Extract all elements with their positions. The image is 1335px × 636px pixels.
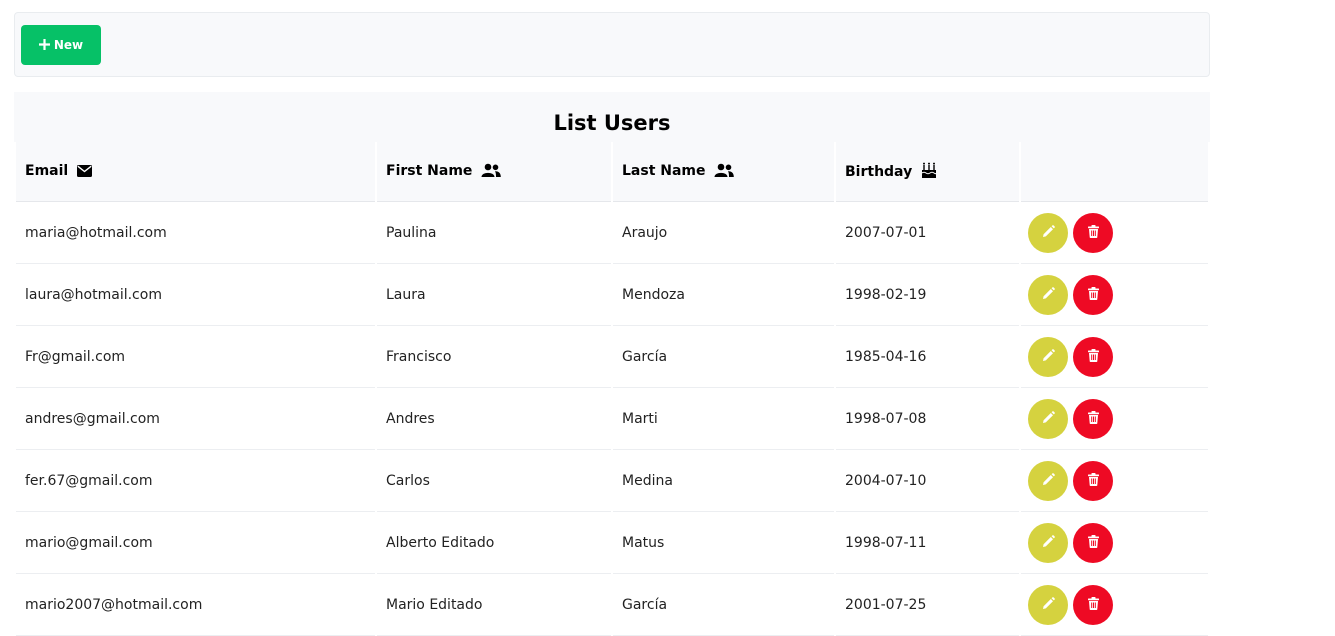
edit-button[interactable] (1028, 460, 1068, 501)
birthday-cake-icon (921, 162, 937, 182)
cell-birthday: 2007-07-01 (836, 202, 1019, 264)
delete-button[interactable] (1073, 522, 1113, 563)
row-actions (1028, 212, 1208, 253)
pencil-icon (1042, 534, 1055, 551)
cell-actions (1021, 264, 1208, 326)
cell-email: fer.67@gmail.com (16, 450, 375, 512)
table-row: mario@gmail.com Alberto Editado Matus 1998-… (16, 512, 1208, 574)
cell-birthday: 1998-02-19 (836, 264, 1019, 326)
pencil-icon (1042, 596, 1055, 613)
edit-button[interactable] (1028, 274, 1068, 315)
cell-first-name: Mario Editado (377, 574, 611, 636)
table-header-row: Email First Name Last Name Birthday (16, 142, 1208, 202)
edit-button[interactable] (1028, 522, 1068, 563)
row-actions (1028, 274, 1208, 315)
cell-email: Fr@gmail.com (16, 326, 375, 388)
cell-first-name: Paulina (377, 202, 611, 264)
table-row: laura@hotmail.com Laura Mendoza 1998-02-19 (16, 264, 1208, 326)
cell-email: maria@hotmail.com (16, 202, 375, 264)
edit-button[interactable] (1028, 212, 1068, 253)
plus-icon (38, 37, 50, 53)
cell-email: mario2007@hotmail.com (16, 574, 375, 636)
new-button-label: New (53, 38, 84, 52)
pencil-icon (1042, 472, 1055, 489)
column-header-actions (1021, 142, 1208, 202)
users-table: Email First Name Last Name Birthday mari… (14, 142, 1210, 636)
cell-actions (1021, 450, 1208, 512)
cell-actions (1021, 388, 1208, 450)
cell-birthday: 1998-07-11 (836, 512, 1019, 574)
envelope-icon (77, 164, 93, 181)
trash-icon (1087, 224, 1099, 241)
column-header-birthday-label: Birthday (845, 163, 913, 180)
table-row: andres@gmail.com Andres Marti 1998-07-08 (16, 388, 1208, 450)
cell-birthday: 1985-04-16 (836, 326, 1019, 388)
cell-last-name: Medina (613, 450, 834, 512)
column-header-email: Email (16, 142, 375, 202)
column-header-birthday: Birthday (836, 142, 1019, 202)
column-header-last-name-label: Last Name (622, 162, 706, 179)
cell-first-name: Carlos (377, 450, 611, 512)
users-icon (714, 163, 735, 181)
delete-button[interactable] (1073, 274, 1113, 315)
delete-button[interactable] (1073, 460, 1113, 501)
pencil-icon (1042, 348, 1055, 365)
delete-button[interactable] (1073, 212, 1113, 253)
cell-last-name: Mendoza (613, 264, 834, 326)
pencil-icon (1042, 286, 1055, 303)
cell-email: andres@gmail.com (16, 388, 375, 450)
cell-last-name: García (613, 326, 834, 388)
cell-actions (1021, 202, 1208, 264)
trash-icon (1087, 596, 1099, 613)
trash-icon (1087, 286, 1099, 303)
cell-actions (1021, 512, 1208, 574)
trash-icon (1087, 348, 1099, 365)
edit-button[interactable] (1028, 336, 1068, 377)
cell-first-name: Alberto Editado (377, 512, 611, 574)
row-actions (1028, 460, 1208, 501)
trash-icon (1087, 410, 1099, 427)
cell-email: mario@gmail.com (16, 512, 375, 574)
cell-actions (1021, 574, 1208, 636)
new-button[interactable]: New (21, 25, 101, 65)
cell-email: laura@hotmail.com (16, 264, 375, 326)
trash-icon (1087, 472, 1099, 489)
cell-first-name: Francisco (377, 326, 611, 388)
cell-first-name: Andres (377, 388, 611, 450)
table-row: Fr@gmail.com Francisco García 1985-04-16 (16, 326, 1208, 388)
cell-birthday: 2004-07-10 (836, 450, 1019, 512)
page-title: List Users (14, 92, 1210, 142)
row-actions (1028, 336, 1208, 377)
toolbar: New (14, 12, 1210, 77)
column-header-first-name-label: First Name (386, 162, 473, 179)
column-header-first-name: First Name (377, 142, 611, 202)
delete-button[interactable] (1073, 584, 1113, 625)
table-row: fer.67@gmail.com Carlos Medina 2004-07-10 (16, 450, 1208, 512)
column-header-email-label: Email (25, 162, 69, 179)
cell-last-name: Marti (613, 388, 834, 450)
row-actions (1028, 398, 1208, 439)
cell-last-name: García (613, 574, 834, 636)
cell-actions (1021, 326, 1208, 388)
pencil-icon (1042, 410, 1055, 427)
pencil-icon (1042, 224, 1055, 241)
cell-birthday: 2001-07-25 (836, 574, 1019, 636)
edit-button[interactable] (1028, 584, 1068, 625)
row-actions (1028, 522, 1208, 563)
delete-button[interactable] (1073, 336, 1113, 377)
table-row: maria@hotmail.com Paulina Araujo 2007-07-01 (16, 202, 1208, 264)
trash-icon (1087, 534, 1099, 551)
cell-last-name: Matus (613, 512, 834, 574)
delete-button[interactable] (1073, 398, 1113, 439)
edit-button[interactable] (1028, 398, 1068, 439)
cell-last-name: Araujo (613, 202, 834, 264)
column-header-last-name: Last Name (613, 142, 834, 202)
cell-first-name: Laura (377, 264, 611, 326)
users-icon (481, 163, 502, 181)
table-row: mario2007@hotmail.com Mario Editado García… (16, 574, 1208, 636)
row-actions (1028, 584, 1208, 625)
cell-birthday: 1998-07-08 (836, 388, 1019, 450)
users-panel: List Users Email First Name Last Name Bi… (14, 92, 1210, 636)
